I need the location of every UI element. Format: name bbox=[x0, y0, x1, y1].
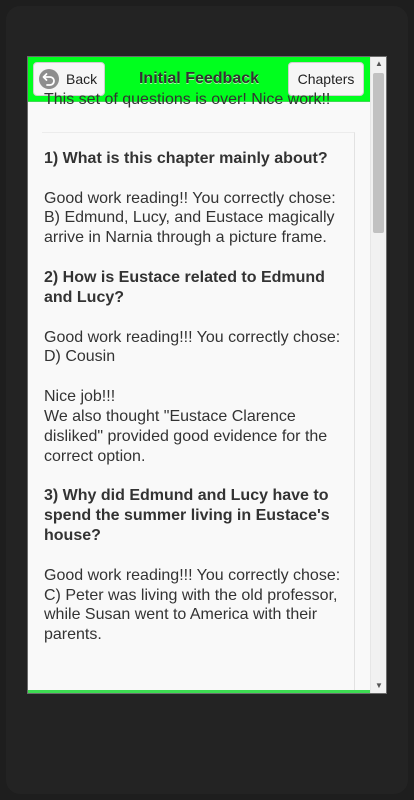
scroll-up-icon[interactable]: ▲ bbox=[371, 57, 386, 71]
response-2: Good work reading!!! You correctly chose… bbox=[44, 328, 341, 366]
response-3: Good work reading!!! You correctly chose… bbox=[44, 566, 341, 644]
bottom-accent-line bbox=[28, 690, 370, 693]
question-2: 2) How is Eustace related to Edmund and … bbox=[44, 268, 325, 306]
vertical-scrollbar[interactable]: ▲ ▼ bbox=[370, 57, 386, 693]
response-1: Good work reading!! You correctly chose:… bbox=[44, 189, 336, 247]
evidence-2: We also thought "Eustace Clarence dislik… bbox=[44, 407, 328, 465]
intro-text: This set of questions is over! Nice work… bbox=[44, 91, 331, 108]
back-button-label: Back bbox=[66, 71, 98, 87]
back-arrow-icon bbox=[39, 69, 59, 89]
question-1: 1) What is this chapter mainly about? bbox=[44, 149, 328, 167]
praise-2: Nice job!!! bbox=[44, 388, 116, 406]
content-area[interactable]: This set of questions is over! Nice work… bbox=[28, 91, 370, 693]
scroll-down-icon[interactable]: ▼ bbox=[371, 679, 386, 693]
feedback-text: This set of questions is over! Nice work… bbox=[44, 90, 344, 645]
scroll-thumb[interactable] bbox=[373, 73, 384, 233]
app-screen: Back Initial Feedback Chapters This set … bbox=[27, 56, 387, 694]
question-3: 3) Why did Edmund and Lucy have to spend… bbox=[44, 487, 330, 544]
device-frame: Back Initial Feedback Chapters This set … bbox=[0, 0, 414, 800]
